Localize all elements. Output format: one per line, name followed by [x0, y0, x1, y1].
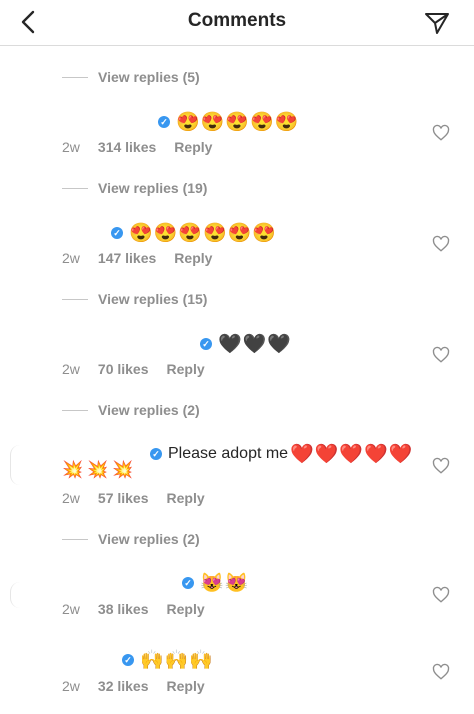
- heart-outline-icon[interactable]: [432, 663, 450, 681]
- divider-line: [62, 298, 88, 300]
- view-replies-label: View replies (19): [98, 180, 208, 196]
- likes-count[interactable]: 57 likes: [98, 490, 149, 506]
- comment-emoji: 😍😍😍😍😍😍: [129, 223, 277, 244]
- view-replies-label: View replies (15): [98, 291, 208, 307]
- comment-meta: 2w 32 likes Reply: [62, 678, 223, 694]
- view-replies-link[interactable]: View replies (15): [62, 289, 207, 309]
- divider-line: [62, 409, 88, 411]
- likes-count[interactable]: 147 likes: [98, 250, 156, 266]
- verified-badge-icon: ✓: [150, 448, 162, 460]
- comment-time: 2w: [62, 139, 80, 155]
- paper-plane-icon: [425, 13, 449, 34]
- view-replies-link[interactable]: View replies (2): [62, 400, 200, 420]
- comment-time: 2w: [62, 490, 80, 506]
- comment-content: ✓ 🙌🙌🙌: [122, 648, 214, 672]
- reply-button[interactable]: Reply: [167, 361, 205, 377]
- share-button[interactable]: [422, 8, 452, 38]
- verified-badge-icon: ✓: [111, 227, 123, 239]
- divider-line: [62, 76, 88, 78]
- comment-emoji-line2: 💥💥💥: [62, 460, 138, 479]
- comment-emoji: 😻😻: [200, 573, 250, 594]
- comment-time: 2w: [62, 361, 80, 377]
- comment-content: ✓ Please adopt me ❤️❤️❤️❤️❤️: [150, 442, 413, 466]
- likes-count[interactable]: 70 likes: [98, 361, 149, 377]
- heart-outline-icon[interactable]: [432, 235, 450, 253]
- comment-time: 2w: [62, 601, 80, 617]
- top-bar: Comments: [0, 0, 474, 46]
- view-replies-label: View replies (5): [98, 69, 200, 85]
- comment-meta: 2w 38 likes Reply: [62, 601, 223, 617]
- page-title: Comments: [187, 10, 287, 31]
- divider-line: [62, 187, 88, 189]
- divider-line: [62, 538, 88, 540]
- reply-button[interactable]: Reply: [174, 139, 212, 155]
- reply-button[interactable]: Reply: [167, 490, 205, 506]
- view-replies-link[interactable]: View replies (2): [62, 529, 200, 549]
- heart-outline-icon[interactable]: [432, 457, 450, 475]
- comment-emoji: 🖤🖤🖤: [218, 334, 292, 355]
- heart-outline-icon[interactable]: [432, 124, 450, 142]
- comment-meta: 2w 70 likes Reply: [62, 361, 223, 377]
- verified-badge-icon: ✓: [158, 116, 170, 128]
- comment-content: ✓ 😍😍😍😍😍😍: [111, 221, 277, 245]
- comment-meta: 2w 147 likes Reply: [62, 250, 230, 266]
- verified-badge-icon: ✓: [200, 338, 212, 350]
- verified-badge-icon: ✓: [122, 654, 134, 666]
- comment-content: ✓ 🖤🖤🖤: [200, 332, 292, 356]
- comment-content: ✓ 😍😍😍😍😍: [158, 110, 299, 134]
- view-replies-label: View replies (2): [98, 402, 200, 418]
- heart-outline-icon[interactable]: [432, 586, 450, 604]
- likes-count[interactable]: 314 likes: [98, 139, 156, 155]
- comment-emoji: 🙌🙌🙌: [140, 650, 214, 671]
- comment-emoji: ❤️❤️❤️❤️❤️: [290, 444, 414, 465]
- heart-outline-icon[interactable]: [432, 346, 450, 364]
- reply-button[interactable]: Reply: [174, 250, 212, 266]
- likes-count[interactable]: 32 likes: [98, 678, 149, 694]
- view-replies-link[interactable]: View replies (19): [62, 178, 207, 198]
- view-replies-label: View replies (2): [98, 531, 200, 547]
- comment-meta: 2w 314 likes Reply: [62, 139, 230, 155]
- reply-button[interactable]: Reply: [167, 601, 205, 617]
- comment-meta: 2w 57 likes Reply: [62, 490, 223, 506]
- verified-badge-icon: ✓: [182, 577, 194, 589]
- comment-emoji: 😍😍😍😍😍: [176, 112, 300, 133]
- reply-button[interactable]: Reply: [167, 678, 205, 694]
- avatar[interactable]: [10, 582, 20, 608]
- comment-content: ✓ 😻😻: [182, 571, 249, 595]
- comment-text: Please adopt me: [168, 445, 289, 462]
- view-replies-link[interactable]: View replies (5): [62, 67, 200, 87]
- avatar[interactable]: [10, 445, 20, 485]
- comment-time: 2w: [62, 250, 80, 266]
- likes-count[interactable]: 38 likes: [98, 601, 149, 617]
- comment-time: 2w: [62, 678, 80, 694]
